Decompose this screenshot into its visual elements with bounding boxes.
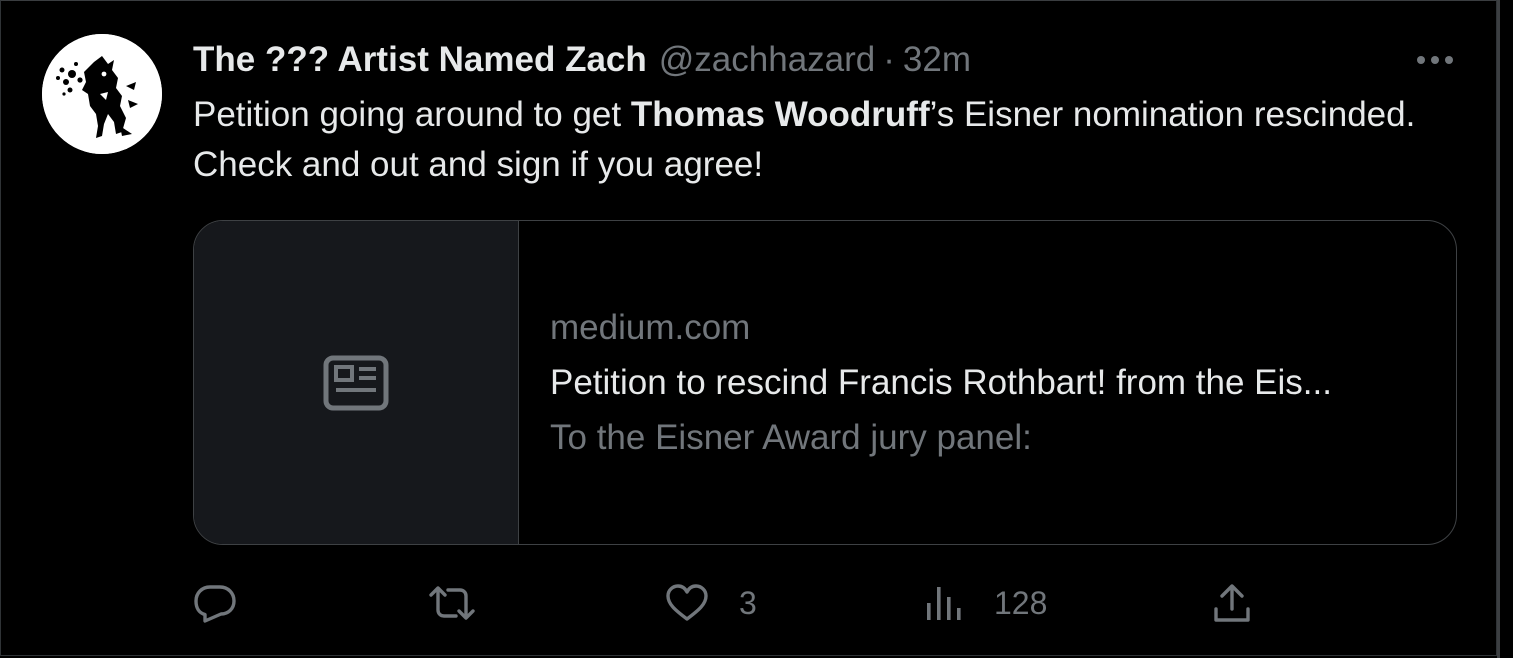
card-description: To the Eisner Award jury panel:	[550, 418, 1032, 457]
timestamp[interactable]: 32m	[903, 40, 971, 80]
share-icon	[1214, 584, 1250, 622]
link-card[interactable]: medium.com Petition to rescind Francis R…	[193, 220, 1457, 545]
like-button[interactable]: 3	[665, 575, 757, 631]
share-button[interactable]	[1212, 575, 1252, 631]
tweet-header: The ??? Artist Named Zach @zachhazard · …	[193, 38, 971, 82]
heart-icon	[666, 584, 708, 621]
card-domain: medium.com	[550, 308, 751, 347]
reply-button[interactable]	[193, 575, 237, 631]
divider	[1497, 0, 1500, 658]
reply-icon	[194, 585, 236, 623]
card-thumbnail	[194, 221, 519, 544]
author-display-name[interactable]: The ??? Artist Named Zach	[193, 40, 647, 80]
separator-dot: ·	[883, 40, 895, 79]
card-body: medium.com Petition to rescind Francis R…	[519, 221, 1456, 544]
retweet-icon	[429, 586, 475, 620]
more-options-button[interactable]	[1412, 42, 1458, 78]
article-icon	[323, 355, 389, 410]
tweet-text-bold: Thomas Woodruff	[630, 95, 930, 134]
tweet-text: Petition going around to get Thomas Wood…	[193, 90, 1423, 190]
avatar-image	[42, 34, 162, 154]
views-button[interactable]: 128	[924, 575, 1047, 631]
author-handle[interactable]: @zachhazard	[659, 40, 875, 80]
like-count: 3	[739, 584, 757, 621]
views-icon	[927, 587, 961, 620]
more-horizontal-icon	[1417, 56, 1453, 64]
views-count: 128	[994, 584, 1048, 621]
retweet-button[interactable]	[427, 575, 477, 631]
tweet-text-part1: Petition going around to get	[193, 95, 631, 134]
card-title: Petition to rescind Francis Rothbart! fr…	[550, 363, 1332, 402]
avatar[interactable]	[42, 34, 162, 154]
action-bar: 3 128	[0, 575, 1497, 631]
